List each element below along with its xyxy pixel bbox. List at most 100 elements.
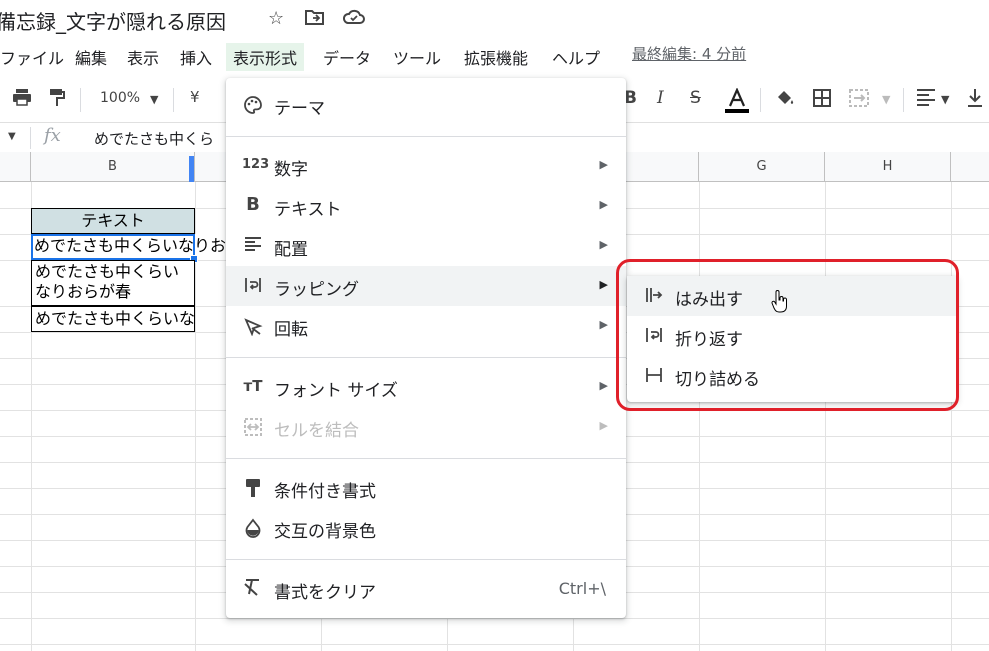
star-icon[interactable]: ☆: [268, 8, 284, 29]
menu-item-theme[interactable]: テーマ: [226, 85, 626, 125]
menu-item-alignment[interactable]: 配置 ▶: [226, 226, 626, 266]
strikethrough-icon[interactable]: S: [690, 88, 701, 108]
menu-item-text[interactable]: B テキスト ▶: [226, 186, 626, 226]
menu-item-label: テーマ: [274, 99, 325, 119]
chevron-down-icon[interactable]: ▼: [941, 93, 949, 106]
align-icon: [242, 236, 264, 256]
print-icon[interactable]: [12, 88, 32, 111]
menu-divider: [226, 559, 626, 560]
move-folder-icon[interactable]: [305, 8, 325, 31]
column-header-g[interactable]: G: [699, 152, 825, 182]
toolbar-divider: [173, 88, 174, 112]
menu-item-label: フォント サイズ: [274, 381, 398, 401]
menu-bar: ファイル 編集 表示 挿入 表示形式 データ ツール 拡張機能 ヘルプ 最終編集…: [0, 40, 989, 71]
toolbar-divider: [80, 88, 81, 112]
format-menu: テーマ 123 数字 ▶ B テキスト ▶ 配置 ▶ ラッピング ▶ 回転 ▶ …: [226, 78, 626, 618]
menu-item-label: 配置: [274, 240, 308, 260]
header-cell[interactable]: テキスト: [31, 208, 195, 234]
rotate-icon: [242, 316, 264, 337]
row-line: [0, 644, 989, 645]
menu-item-alternating-colors[interactable]: 交互の背景色: [226, 508, 626, 548]
menu-edit[interactable]: 編集: [68, 43, 114, 71]
column-resize-handle[interactable]: [189, 156, 194, 182]
last-edit-link[interactable]: 最終編集: 4 分前: [632, 43, 746, 64]
row-line: [0, 618, 989, 619]
menu-item-clear-format[interactable]: 書式をクリア Ctrl+\: [226, 569, 626, 609]
chevron-down-icon[interactable]: ▼: [882, 93, 890, 106]
submenu-arrow-icon: ▶: [599, 198, 608, 211]
fill-color-icon[interactable]: [775, 88, 795, 113]
drop-icon: [242, 518, 264, 538]
menu-item-label: 回転: [274, 320, 308, 340]
column-header-h[interactable]: H: [825, 152, 951, 182]
wrapped-line-1: めでたさも中くらい: [35, 262, 180, 281]
menu-item-label: テキスト: [274, 200, 342, 220]
clipped-cell[interactable]: めでたさも中くらいな: [31, 306, 195, 332]
paint-format-icon[interactable]: [48, 88, 66, 113]
font-size-icon: тT: [243, 377, 263, 395]
wrap-icon: [242, 276, 264, 296]
menu-tools[interactable]: ツール: [386, 43, 448, 71]
menu-format[interactable]: 表示形式: [226, 43, 305, 71]
clear-format-icon: [242, 578, 264, 598]
menu-item-label: 数字: [274, 160, 308, 180]
menu-item-label: セルを結合: [274, 421, 359, 441]
column-header-b[interactable]: B: [31, 152, 195, 182]
menu-item-label: 条件付き書式: [274, 482, 376, 502]
submenu-arrow-icon: ▶: [599, 379, 608, 392]
divider: [30, 127, 31, 149]
menu-divider: [226, 357, 626, 358]
toolbar-divider: [760, 88, 761, 112]
menu-divider: [226, 458, 626, 459]
currency-format-button[interactable]: ¥: [190, 88, 200, 106]
bold-icon: B: [246, 194, 260, 215]
keyboard-shortcut: Ctrl+\: [558, 579, 606, 598]
text-color-icon[interactable]: [725, 87, 749, 119]
toolbar-divider: [903, 88, 904, 112]
menu-help[interactable]: ヘルプ: [545, 43, 607, 71]
menu-item-merge-cells[interactable]: セルを結合 ▶: [226, 407, 626, 447]
chevron-down-icon[interactable]: ▼: [8, 131, 16, 142]
wrapped-line-2: なりおらが春: [35, 282, 132, 301]
menu-item-rotation[interactable]: 回転 ▶: [226, 306, 626, 346]
menu-extensions[interactable]: 拡張機能: [457, 43, 535, 71]
menu-item-number[interactable]: 123 数字 ▶: [226, 146, 626, 186]
menu-data[interactable]: データ: [316, 43, 378, 71]
borders-icon[interactable]: [812, 88, 832, 113]
hand-cursor-icon: [771, 290, 789, 318]
row-header-corner[interactable]: [0, 152, 31, 182]
column-line: [951, 182, 952, 651]
submenu-arrow-icon: ▶: [599, 238, 608, 251]
merge-cells-icon: [242, 417, 264, 437]
submenu-arrow-icon: ▶: [599, 158, 608, 171]
merge-cells-icon[interactable]: [848, 88, 870, 113]
cloud-status-icon[interactable]: [342, 8, 365, 31]
number-format-icon: 123: [242, 157, 270, 172]
column-header[interactable]: [951, 152, 989, 182]
highlight-annotation: [616, 259, 959, 411]
menu-item-label: 交互の背景色: [274, 522, 376, 542]
italic-icon[interactable]: I: [657, 88, 664, 108]
menu-item-font-size[interactable]: тT フォント サイズ ▶: [226, 367, 626, 407]
menu-item-wrapping[interactable]: ラッピング ▶: [226, 266, 626, 306]
active-cell-selection[interactable]: [31, 234, 195, 260]
palette-icon: [242, 95, 264, 115]
chevron-down-icon[interactable]: ▼: [150, 93, 158, 106]
menu-item-conditional-format[interactable]: 条件付き書式: [226, 468, 626, 508]
menu-insert[interactable]: 挿入: [173, 43, 219, 71]
vertical-align-icon[interactable]: [966, 88, 984, 113]
zoom-select[interactable]: 100%: [100, 90, 140, 106]
menu-file[interactable]: ファイル: [0, 43, 71, 71]
menu-item-label: ラッピング: [274, 280, 359, 300]
document-title[interactable]: 備忘録_文字が隠れる原因: [0, 6, 226, 35]
column-line: [825, 182, 826, 651]
menu-divider: [226, 136, 626, 137]
formula-input[interactable]: めでたさも中くら: [94, 128, 214, 149]
wrapped-cell[interactable]: めでたさも中くらい なりおらが春: [31, 260, 195, 306]
align-left-icon[interactable]: [916, 88, 936, 111]
submenu-arrow-icon: ▶: [599, 318, 608, 331]
fx-icon: fx: [44, 125, 61, 146]
menu-view[interactable]: 表示: [120, 43, 166, 71]
column-line: [699, 182, 700, 651]
menu-item-label: 書式をクリア: [274, 583, 376, 603]
